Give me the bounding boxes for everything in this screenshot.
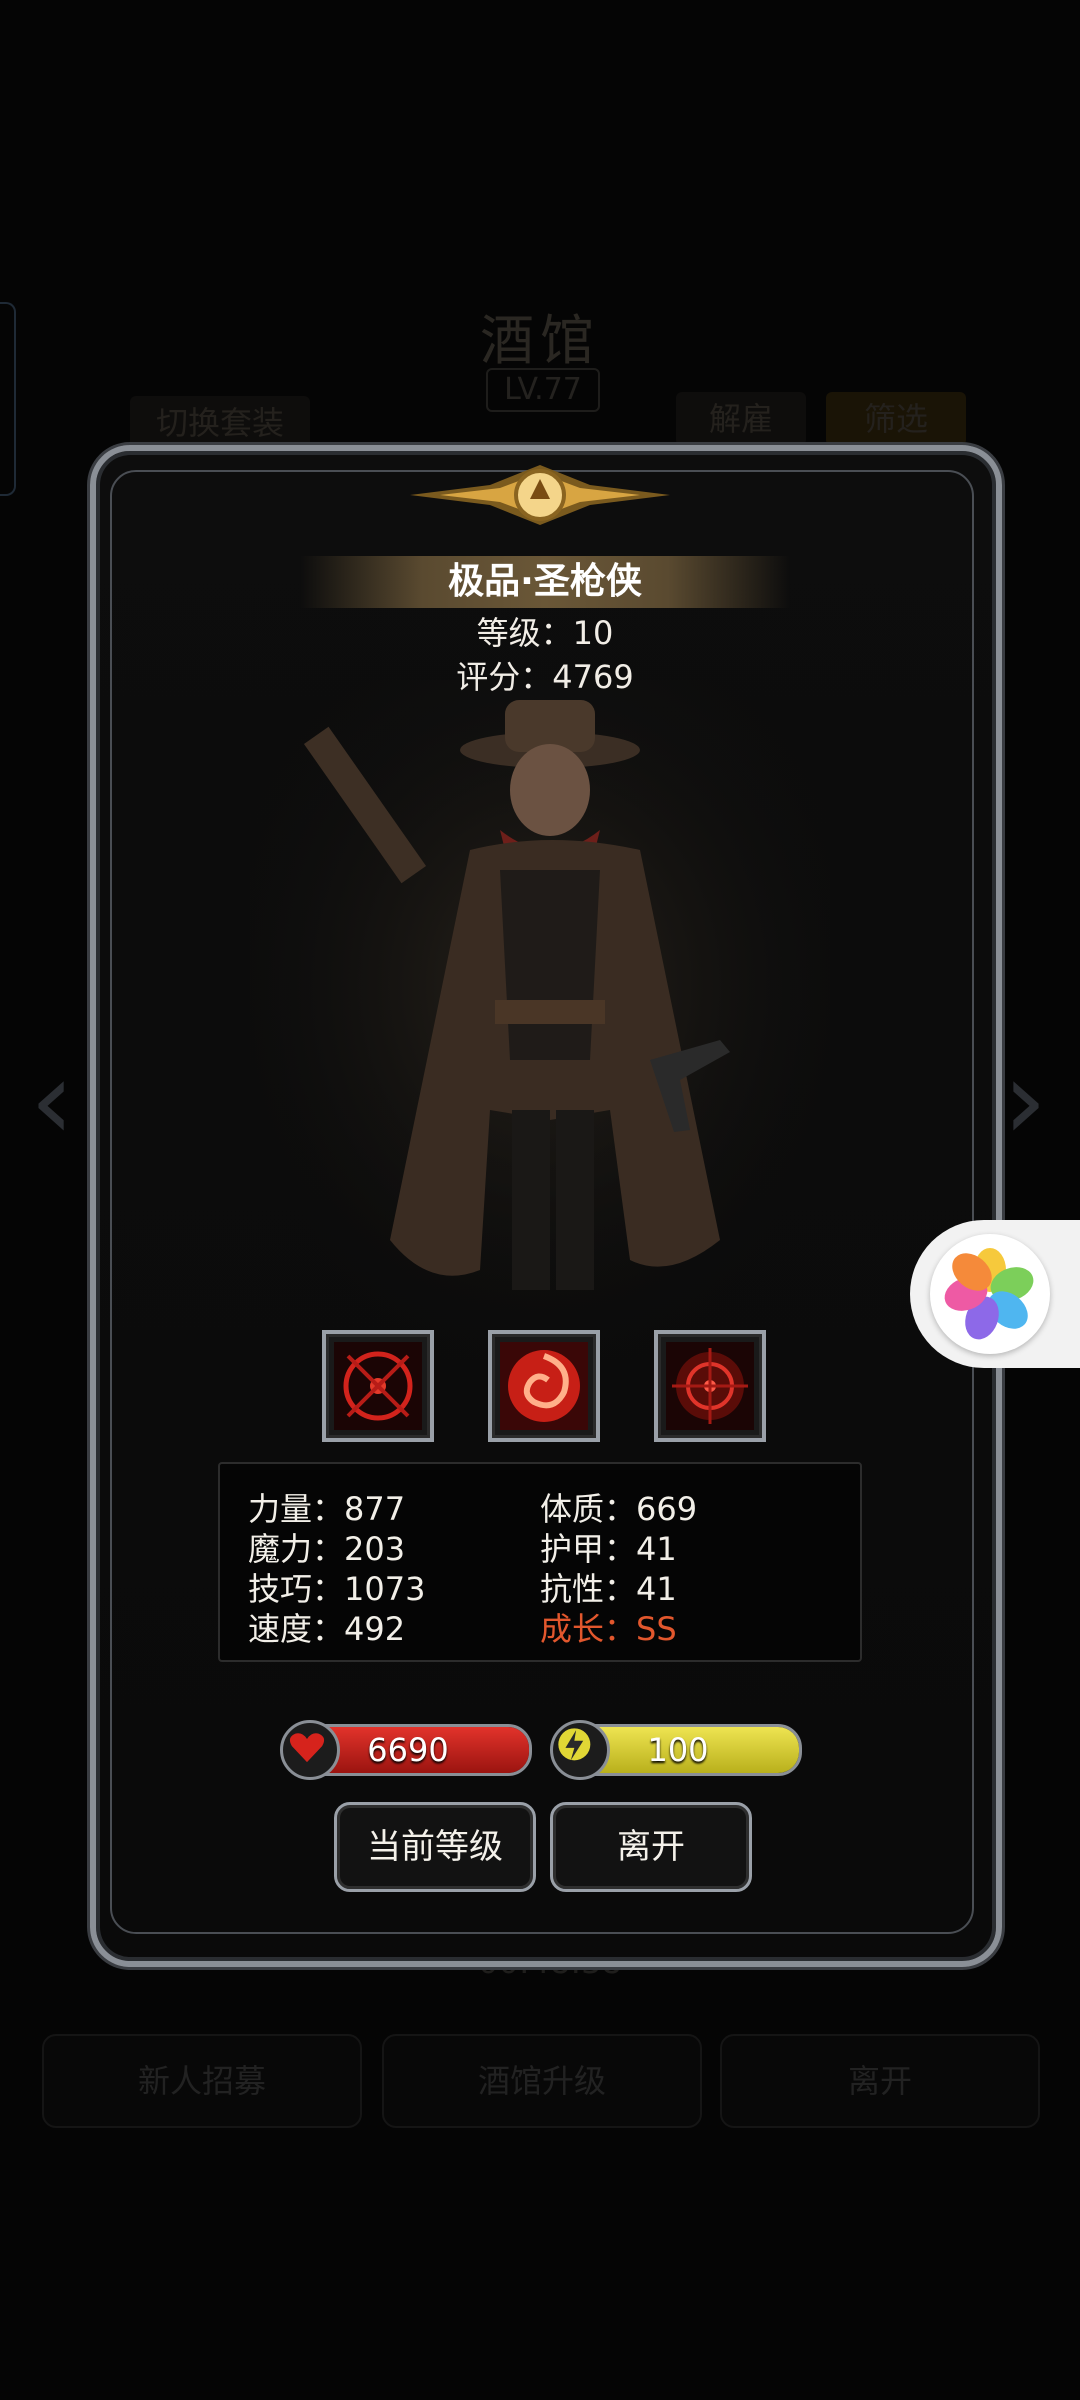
lightning-icon xyxy=(550,1720,610,1780)
target-skill-icon xyxy=(666,1342,754,1430)
switch-outfit-button[interactable]: 切换套装 xyxy=(130,396,310,450)
new-recruit-button[interactable]: 新人招募 xyxy=(42,2034,362,2128)
hero-name: 极品·圣枪侠 xyxy=(448,561,642,602)
prev-hero-arrow-icon[interactable]: ‹ xyxy=(12,1040,92,1160)
skill-slot-2[interactable] xyxy=(488,1330,600,1442)
gallery-flower-icon[interactable] xyxy=(930,1234,1050,1354)
rank-emblem-icon xyxy=(410,465,670,525)
skill-slot-3[interactable] xyxy=(654,1330,766,1442)
filter-button[interactable]: 筛选 xyxy=(826,392,966,446)
tavern-level: LV.77 xyxy=(486,368,600,412)
crosshair-skill-icon xyxy=(334,1342,422,1430)
hero-score: 评分：4769 xyxy=(456,658,634,696)
tavern-title: 酒馆 xyxy=(480,309,600,372)
hero-level: 等级：10 xyxy=(476,614,614,652)
stat-growth: 成长：SS xyxy=(540,1610,677,1648)
tavern-upgrade-button[interactable]: 酒馆升级 xyxy=(382,2034,702,2128)
floating-launcher[interactable] xyxy=(910,1220,1080,1368)
tavern-leave-button[interactable]: 离开 xyxy=(720,2034,1040,2128)
vortex-skill-icon xyxy=(500,1342,588,1430)
skill-slot-1[interactable] xyxy=(322,1330,434,1442)
leave-button[interactable]: 离开 xyxy=(550,1802,752,1892)
heart-icon xyxy=(280,1720,340,1780)
stat-speed: 速度：492 xyxy=(248,1610,406,1648)
dismiss-button[interactable]: 解雇 xyxy=(676,392,806,446)
current-level-button[interactable]: 当前等级 xyxy=(334,1802,536,1892)
hero-portrait xyxy=(250,680,830,1360)
